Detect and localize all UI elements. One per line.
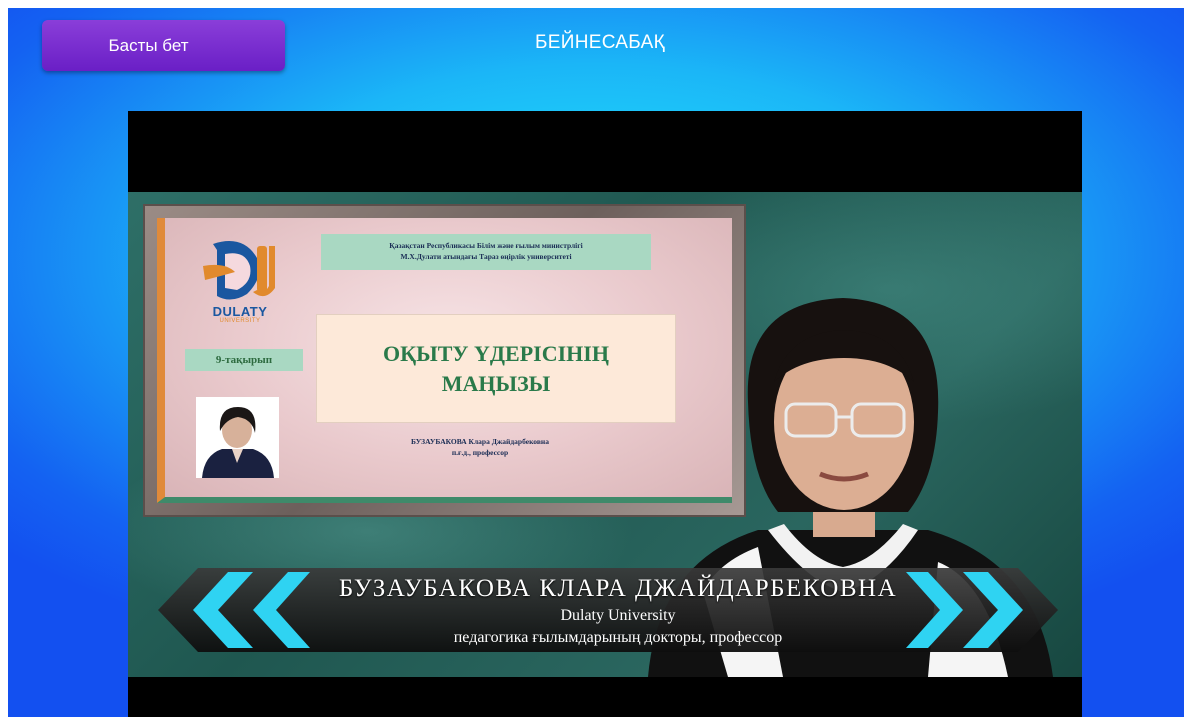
video-player[interactable]: Қазақстан Республикасы Білім және ғылым … bbox=[128, 111, 1082, 717]
logo-subtext: UNIVERSITY bbox=[219, 318, 261, 324]
ministry-line-2: М.Х.Дулати атындағы Тараз өңірлік универ… bbox=[400, 252, 572, 261]
slide-title-line-1: ОҚЫТУ ҮДЕРІСІНІҢ bbox=[383, 340, 609, 366]
slide-title-line-2: МАҢЫЗЫ bbox=[441, 370, 551, 396]
dulaty-logo-icon bbox=[203, 241, 275, 300]
slide-author: БУЗАУБАКОВА Клара Джайдарбековна п.ғ.д.,… bbox=[315, 436, 645, 458]
video-frame: Қазақстан Республикасы Білім және ғылым … bbox=[128, 192, 1082, 677]
author-portrait bbox=[196, 397, 279, 478]
home-button[interactable]: Басты бет bbox=[42, 20, 285, 71]
presenter-organization: Dulaty University bbox=[560, 607, 676, 624]
ministry-line-1: Қазақстан Республикасы Білім және ғылым … bbox=[389, 241, 583, 250]
slide-author-degree: п.ғ.д., профессор bbox=[451, 448, 509, 457]
presenter-name: БУЗАУБАКОВА КЛАРА ДЖАЙДАРБЕКОВНА bbox=[338, 575, 898, 602]
slide-ministry-header: Қазақстан Республикасы Білім және ғылым … bbox=[321, 234, 651, 270]
slide-topic-label: 9-тақырып bbox=[185, 349, 303, 371]
logo-text: DULATY bbox=[212, 304, 268, 319]
lower-third-text: БУЗАУБАКОВА КЛАРА ДЖАЙДАРБЕКОВНА Dulaty … bbox=[158, 575, 1058, 675]
page-title: БЕЙНЕСАБАҚ bbox=[535, 32, 665, 53]
slide-author-name: БУЗАУБАКОВА Клара Джайдарбековна bbox=[411, 437, 549, 446]
home-button-label: Басты бет bbox=[108, 35, 189, 55]
presenter-role: педагогика ғылымдарының докторы, професс… bbox=[453, 629, 783, 646]
